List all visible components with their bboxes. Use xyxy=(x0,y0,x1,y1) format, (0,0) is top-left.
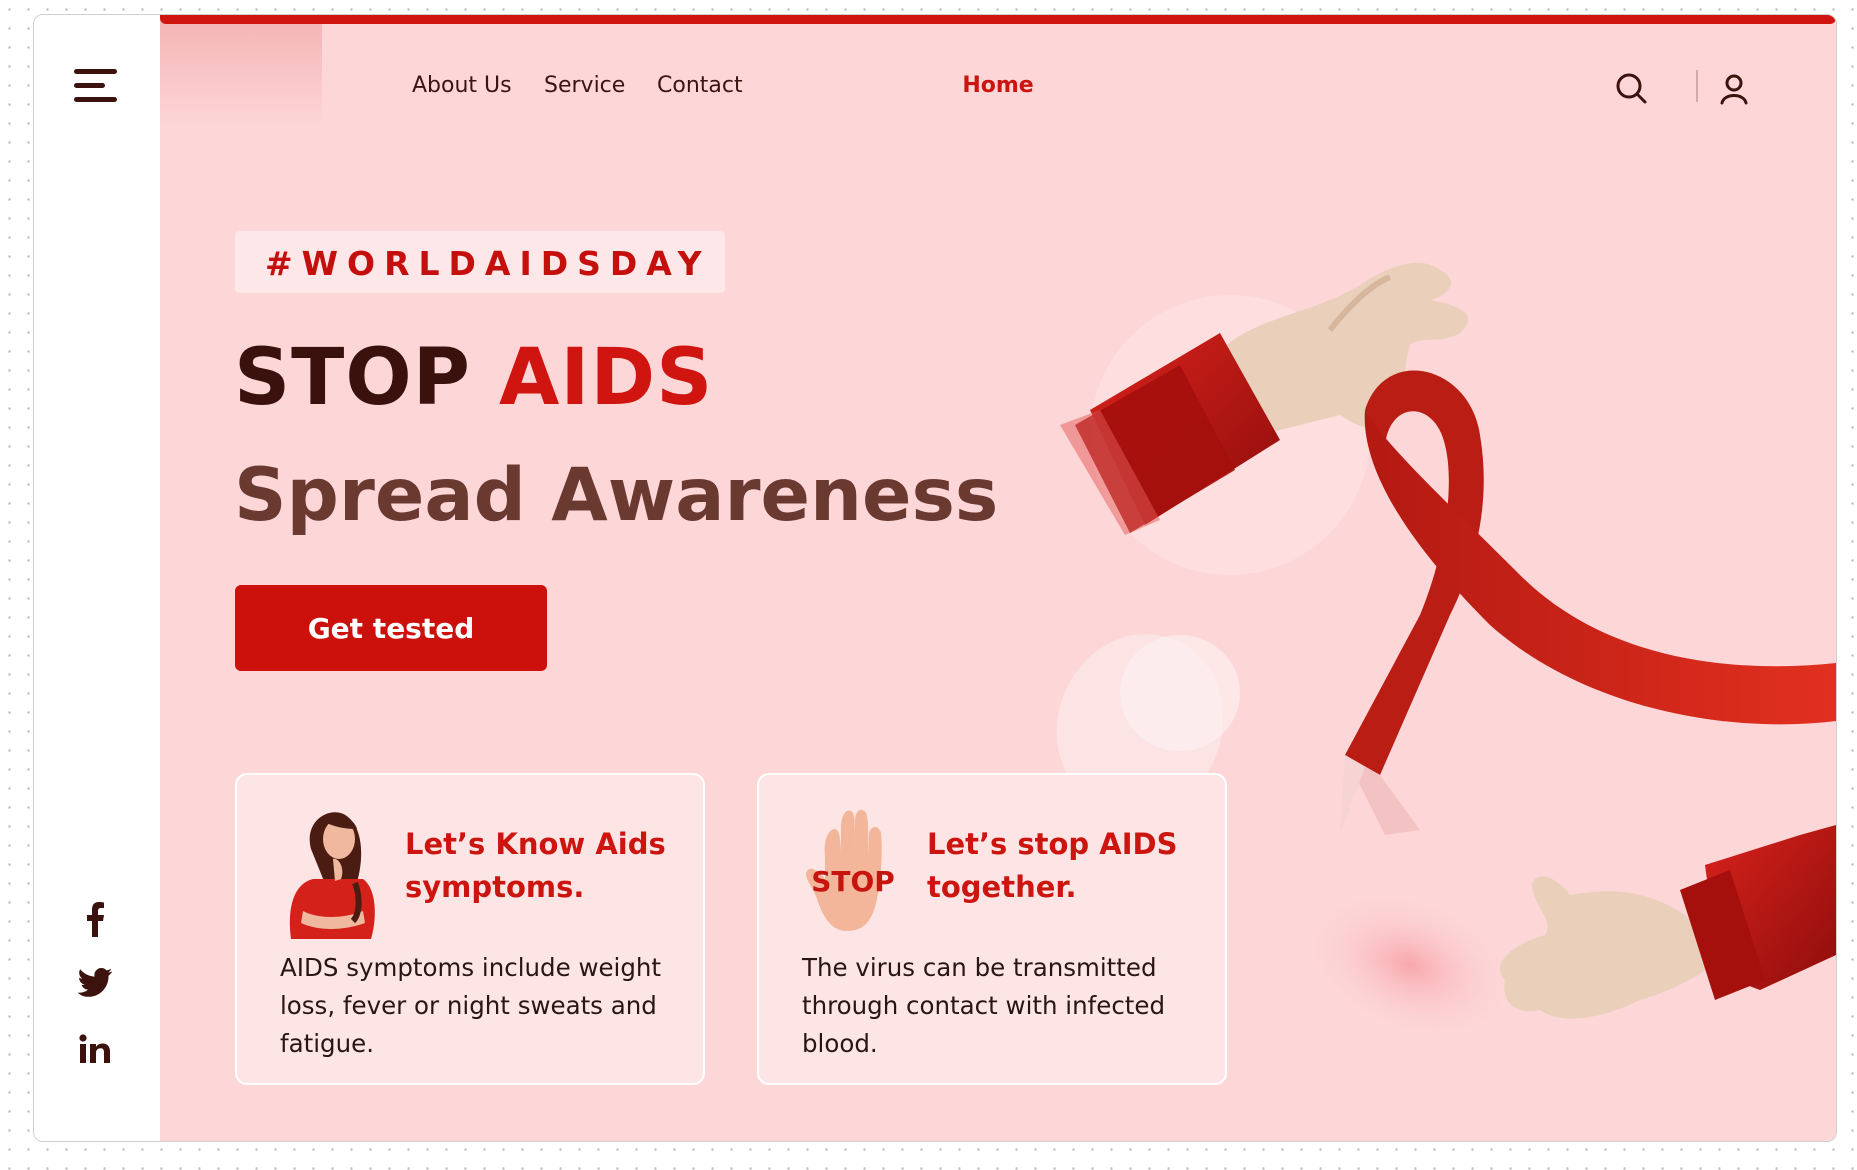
hero-title-red: AIDS xyxy=(499,333,714,423)
nav-item-contact[interactable]: Contact xyxy=(657,73,743,98)
stop-sign-text: STOP xyxy=(811,865,895,898)
symptoms-card-title: Let’s Know Aids symptoms. xyxy=(405,827,666,904)
stop-aids-card-text: The virus can be transmitted through con… xyxy=(802,953,1166,1058)
symptoms-card[interactable]: Let’s Know Aids symptoms. AIDS symptoms … xyxy=(235,773,705,1085)
stop-hand-icon: STOP xyxy=(806,809,895,931)
hero-subtitle: Spread Awareness xyxy=(234,453,999,538)
page-frame: Home About Us Service Contact #WORLDAIDS… xyxy=(33,14,1837,1142)
top-navigation: Home About Us Service Contact xyxy=(160,15,1836,155)
left-sidebar xyxy=(34,15,160,1141)
stop-aids-card[interactable]: STOP Let’s stop AIDS together. The virus… xyxy=(757,773,1227,1085)
nav-item-service[interactable]: Service xyxy=(544,73,625,98)
linkedin-icon[interactable] xyxy=(77,1029,113,1069)
hashtag-text: #WORLDAIDSDAY xyxy=(265,244,711,283)
nav-item-home[interactable]: Home xyxy=(160,15,1836,127)
stop-aids-card-title: Let’s stop AIDS together. xyxy=(927,827,1178,904)
active-indicator xyxy=(160,15,1836,24)
woman-headache-icon xyxy=(289,812,375,939)
user-icon[interactable] xyxy=(1716,71,1752,107)
awareness-ribbon-icon xyxy=(1340,370,1836,835)
nav-item-about-us[interactable]: About Us xyxy=(412,73,512,98)
search-icon[interactable] xyxy=(1614,71,1650,107)
hero-title: STOP AIDS xyxy=(234,333,713,423)
lower-hand-icon xyxy=(1499,825,1836,1019)
twitter-icon[interactable] xyxy=(77,963,113,1003)
hamburger-menu-icon[interactable] xyxy=(74,69,120,103)
nav-divider xyxy=(1696,70,1698,102)
upper-hand-icon xyxy=(1060,262,1469,535)
hashtag-badge: #WORLDAIDSDAY xyxy=(235,231,725,293)
hero-section: Home About Us Service Contact #WORLDAIDS… xyxy=(160,15,1836,1141)
symptoms-card-text: AIDS symptoms include weight loss, fever… xyxy=(280,953,662,1058)
get-tested-button[interactable]: Get tested xyxy=(235,585,547,671)
hero-title-dark: STOP xyxy=(234,333,471,423)
facebook-icon[interactable] xyxy=(77,899,113,939)
